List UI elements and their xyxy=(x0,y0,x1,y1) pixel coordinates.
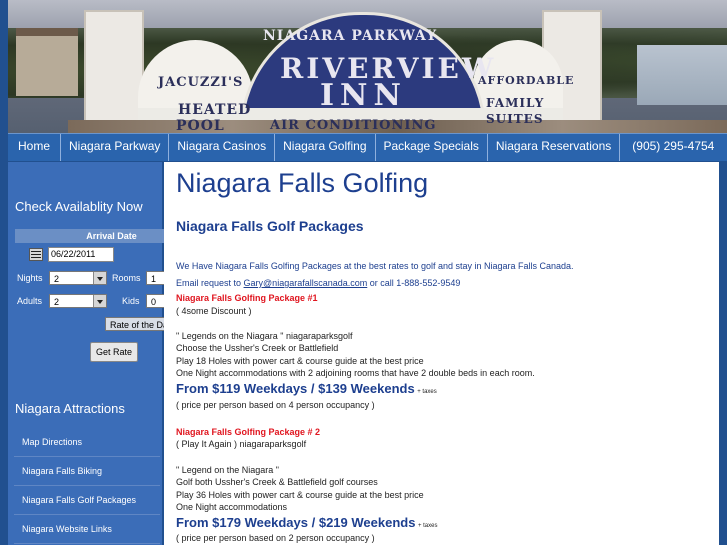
banner-heated-text: HEATED xyxy=(178,102,252,118)
banner-jacuzzis-text: JACUZZI'S xyxy=(158,75,244,90)
intro-text: We Have Niagara Falls Golfing Packages a… xyxy=(176,261,574,271)
package-1-note: ( 4some Discount ) xyxy=(176,306,252,316)
nights-value: 2 xyxy=(54,274,60,284)
nav-item-niagara-reservations[interactable]: Niagara Reservations xyxy=(488,134,621,161)
banner-inn-text: INN xyxy=(320,78,407,113)
page-title: Niagara Falls Golfing xyxy=(176,168,429,198)
nights-label: Nights xyxy=(17,273,43,283)
nav-item-phone[interactable]: (905) 295-4754 xyxy=(620,134,726,161)
package-2-price: From $179 Weekdays / $219 Weekends xyxy=(176,515,416,530)
chevron-down-icon xyxy=(93,295,106,307)
banner-family-text: FAMILY xyxy=(486,96,545,110)
package-1-line: Choose the Ussher's Creek or Battlefield xyxy=(176,343,339,353)
package-2-line: " Legend on the Niagara " xyxy=(176,465,279,475)
package-1-title: Niagara Falls Golfing Package #1 xyxy=(176,293,318,303)
package-1-price-line: From $119 Weekdays / $139 Weekends + tax… xyxy=(176,381,437,396)
banner-water xyxy=(637,45,727,105)
list-item: Niagara Website Links xyxy=(14,515,160,544)
package-2-taxes: + taxes xyxy=(417,523,438,529)
nav-item-package-specials[interactable]: Package Specials xyxy=(376,134,488,161)
list-item: Map Directions xyxy=(14,428,160,457)
nav-item-niagara-casinos[interactable]: Niagara Casinos xyxy=(169,134,276,161)
banner-affordable-text: AFFORDABLE xyxy=(478,74,575,87)
package-2-line: Golf both Ussher's Creek & Battlefield g… xyxy=(176,477,378,487)
main-nav: Home Niagara Parkway Niagara Casinos Nia… xyxy=(8,133,727,161)
package-1-occupancy: ( price per person based on 4 person occ… xyxy=(176,400,375,410)
banner-air-conditioning-text: AIR CONDITIONING xyxy=(270,118,437,133)
banner-pillar-left xyxy=(84,10,144,133)
niagara-attractions-heading: Niagara Attractions xyxy=(15,401,125,416)
rooms-value: 1 xyxy=(151,274,157,284)
request-line: Email request to Gary@niagarafallscanada… xyxy=(176,278,460,288)
sidebar: Check Availablity Now Arrival Date 06/22… xyxy=(8,162,208,545)
package-1-taxes: + taxes xyxy=(417,389,437,395)
package-2-price-line: From $179 Weekdays / $219 Weekends + tax… xyxy=(176,515,437,530)
banner-parkway-text: NIAGARA PARKWAY xyxy=(263,28,438,44)
package-2-line: One Night accommodations xyxy=(176,502,288,512)
check-availability-heading: Check Availablity Now xyxy=(15,199,143,214)
list-item: Niagara Falls Golf Packages xyxy=(14,486,160,515)
nav-item-niagara-golfing[interactable]: Niagara Golfing xyxy=(275,134,376,161)
kids-label: Kids xyxy=(122,296,140,306)
kids-value: 0 xyxy=(151,297,157,307)
email-link[interactable]: Gary@niagarafallscanada.com xyxy=(244,278,368,288)
link-map-directions[interactable]: Map Directions xyxy=(14,428,160,456)
link-niagara-website-links[interactable]: Niagara Website Links xyxy=(14,515,160,543)
nav-item-home[interactable]: Home xyxy=(8,134,62,161)
banner-suites-text: SUITES xyxy=(486,112,544,126)
package-1-price: From $119 Weekdays / $139 Weekends xyxy=(176,381,415,396)
rooms-label: Rooms xyxy=(112,273,141,283)
list-item: Niagara Falls Biking xyxy=(14,457,160,486)
banner-pool-text: POOL xyxy=(176,118,225,133)
nav-item-niagara-parkway[interactable]: Niagara Parkway xyxy=(61,134,170,161)
request-mid: or call xyxy=(369,278,394,288)
request-prefix: Email request to xyxy=(176,278,242,288)
package-2-title: Niagara Falls Golfing Package # 2 xyxy=(176,427,321,437)
attractions-list: Map Directions Niagara Falls Biking Niag… xyxy=(14,428,160,544)
package-1-line: Play 18 Holes with power cart & course g… xyxy=(176,356,424,366)
link-niagara-falls-biking[interactable]: Niagara Falls Biking xyxy=(14,457,160,485)
calendar-icon[interactable] xyxy=(29,248,43,261)
package-1-line: " Legends on the Niagara " niagaraparksg… xyxy=(176,331,353,341)
adults-value: 2 xyxy=(54,297,60,307)
package-2-occupancy: ( price per person based on 2 person occ… xyxy=(176,533,375,543)
nights-select[interactable]: 2 xyxy=(49,271,107,285)
banner-house xyxy=(16,28,78,96)
adults-select[interactable]: 2 xyxy=(49,294,107,308)
link-niagara-falls-golf-packages[interactable]: Niagara Falls Golf Packages xyxy=(14,486,160,514)
phone-number: 1-888-552-9549 xyxy=(396,278,461,288)
package-1-line: One Night accommodations with 2 adjoinin… xyxy=(176,368,535,378)
header-banner: NIAGARA PARKWAY RIVERVIEW INN JACUZZI'S … xyxy=(8,0,727,133)
package-2-note: ( Play It Again ) niagaraparksgolf xyxy=(176,439,307,449)
get-rate-button[interactable]: Get Rate xyxy=(90,342,138,362)
page-subtitle: Niagara Falls Golf Packages xyxy=(176,218,364,234)
package-2-line: Play 36 Holes with power cart & course g… xyxy=(176,490,424,500)
adults-label: Adults xyxy=(17,296,43,306)
chevron-down-icon xyxy=(93,272,106,284)
arrival-date-input[interactable]: 06/22/2011 xyxy=(48,247,114,262)
main-content: Niagara Falls Golfing Niagara Falls Golf… xyxy=(164,162,719,545)
